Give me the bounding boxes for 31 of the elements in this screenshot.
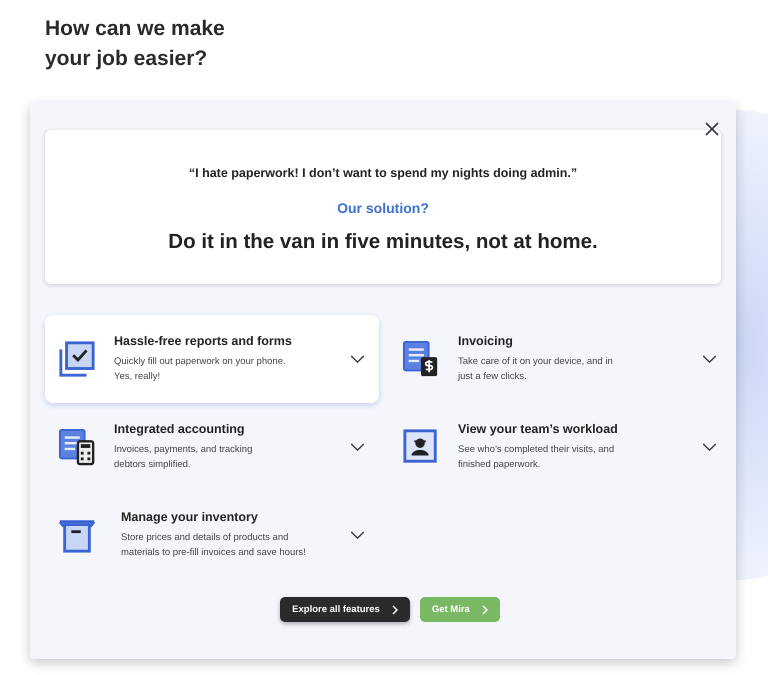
calculator-icon xyxy=(58,428,96,466)
feature-description: Store prices and details of products and materials to pre-fill invoices and save hours! xyxy=(121,531,307,560)
chevron-down-icon[interactable] xyxy=(702,354,717,364)
feature-item[interactable]: Invoicing Take care of it on your device, and in just a few clicks. xyxy=(389,315,731,403)
explore-button[interactable]: Explore all features xyxy=(280,597,410,622)
solution-text: Do it in the van in five minutes, not at home. xyxy=(168,230,598,254)
feature-description: Quickly fill out paperwork on your phone. Yes, really! xyxy=(114,355,286,384)
feature-title: Manage your inventory xyxy=(121,510,259,524)
close-icon[interactable] xyxy=(705,122,719,136)
page-heading: How can we make your job easier? xyxy=(44,16,226,72)
feature-item[interactable]: Manage your inventory Store prices and details of products and materials to pre-fill invoices and save hours! xyxy=(45,491,379,579)
chevron-down-icon[interactable] xyxy=(350,442,365,452)
feature-title: Hassle-free reports and forms xyxy=(114,334,293,348)
invoice-icon xyxy=(402,340,440,378)
chevron-down-icon[interactable] xyxy=(350,530,365,540)
feature-item[interactable]: Hassle-free reports and forms Quickly fill out paperwork on your phone. Yes, really! xyxy=(45,315,379,403)
chevron-right-icon xyxy=(482,604,488,614)
checklist-icon xyxy=(58,340,96,378)
feature-description: Take care of it on your device, and in just a few clicks. xyxy=(458,355,614,384)
quote-text: “I hate paperwork! I don’t want to spend my nights doing admin.” xyxy=(188,166,578,180)
chevron-down-icon[interactable] xyxy=(350,354,365,364)
feature-title: Invoicing xyxy=(458,334,514,348)
chevron-right-icon xyxy=(392,604,398,614)
chevron-down-icon[interactable] xyxy=(702,442,717,452)
solution-label: Our solution? xyxy=(337,200,429,216)
feature-title: Integrated accounting xyxy=(114,422,246,436)
feature-description: See who’s completed their visits, and finished paperwork. xyxy=(458,443,616,472)
feature-title: View your team’s workload xyxy=(458,422,619,436)
feature-item[interactable]: Integrated accounting Invoices, payments, and tracking debtors simplified. xyxy=(45,403,379,491)
feature-item[interactable]: View your team’s workload See who’s completed their visits, and finished paperwork. xyxy=(389,403,731,491)
feature-description: Invoices, payments, and tracking debtors simplified. xyxy=(114,443,254,472)
